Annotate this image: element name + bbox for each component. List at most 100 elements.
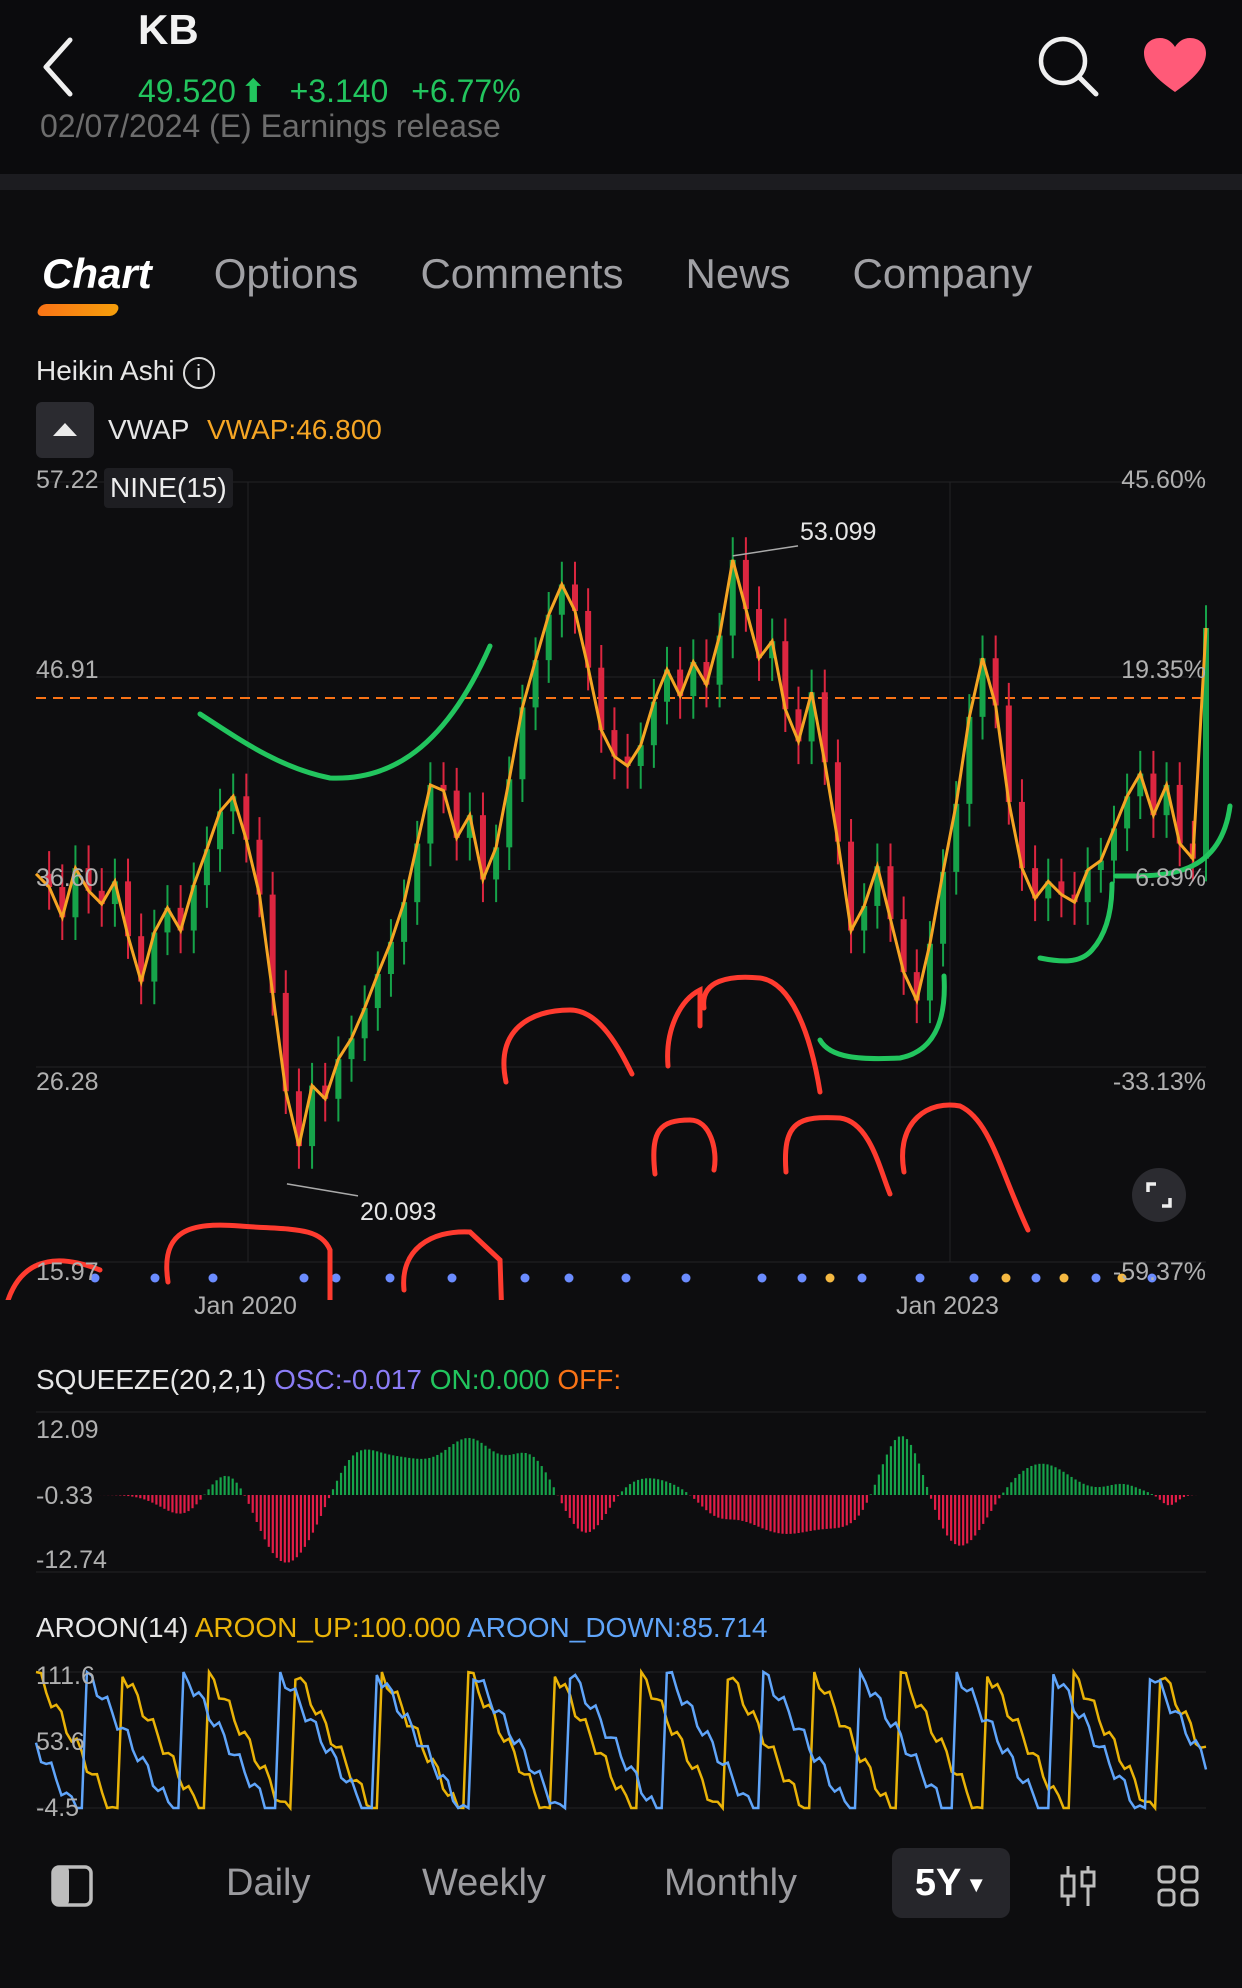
low-leader-line — [286, 1183, 359, 1197]
aroon-y-label: 53.6 — [36, 1728, 85, 1756]
event-dot — [621, 1273, 631, 1283]
event-dot — [797, 1273, 807, 1283]
event-dot — [299, 1273, 309, 1283]
y-right-label: -59.37% — [1112, 1258, 1206, 1286]
fullscreen-button[interactable] — [1132, 1168, 1186, 1222]
event-dot — [1001, 1273, 1011, 1283]
event-dot — [857, 1273, 867, 1283]
tab-company[interactable]: Company — [853, 250, 1033, 320]
y-left-label: 26.28 — [36, 1068, 99, 1096]
vwap-label: VWAP — [108, 414, 190, 445]
earnings-row: 02/07/2024 (E) Earnings release — [40, 108, 501, 144]
daily-button[interactable]: Daily — [226, 1862, 310, 1905]
event-dot — [520, 1273, 530, 1283]
collapse-indicators-button[interactable] — [36, 402, 94, 458]
red-annotation-stroke — [782, 1115, 893, 1197]
green-annotation-stroke — [817, 973, 947, 1062]
aroon-down: AROON_DOWN:85.714 — [467, 1612, 768, 1643]
price-change-pct: +6.77% — [411, 73, 521, 109]
aroon-y-label: 111.6 — [36, 1662, 95, 1690]
chart-type-text: Heikin Ashi — [36, 355, 175, 386]
info-icon[interactable]: i — [182, 356, 215, 389]
price-change: +3.140 — [289, 73, 389, 109]
event-dot — [331, 1273, 341, 1283]
caret-down-icon: ▼ — [965, 1871, 988, 1897]
event-dot — [208, 1273, 218, 1283]
tab-chart[interactable]: Chart — [42, 250, 152, 320]
aroon-legend: AROON(14) AROON_UP:100.000 AROON_DOWN:85… — [36, 1612, 767, 1644]
event-dot — [1031, 1273, 1041, 1283]
candle-settings-icon[interactable] — [1058, 1864, 1098, 1908]
squeeze-y-label: -12.74 — [36, 1546, 107, 1574]
squeeze-chart[interactable] — [0, 1400, 1242, 1580]
squeeze-label: SQUEEZE(20,2,1) — [36, 1364, 267, 1395]
event-dot — [969, 1273, 979, 1283]
up-arrow-icon: ⬆ — [239, 73, 267, 109]
tab-news[interactable]: News — [686, 250, 791, 320]
ticker-symbol: KB — [138, 6, 199, 53]
tab-options[interactable]: Options — [214, 250, 359, 320]
aroon-y-label: -4.5 — [36, 1794, 80, 1822]
expand-icon — [1146, 1182, 1172, 1208]
tab-comments[interactable]: Comments — [420, 250, 623, 320]
event-dot — [1059, 1273, 1069, 1283]
squeeze-off: OFF: — [557, 1364, 622, 1395]
aroon-label: AROON(14) — [36, 1612, 189, 1643]
event-dot — [915, 1273, 925, 1283]
event-dot — [757, 1273, 767, 1283]
price-quote: 49.520 ⬆ +3.140 +6.77% — [138, 72, 535, 110]
red-annotation-stroke — [701, 974, 823, 1095]
red-annotation-stroke — [665, 985, 703, 1069]
red-annotation-stroke — [900, 1102, 1031, 1233]
back-arrow-icon[interactable] — [38, 32, 78, 102]
nine-indicator-label: NINE(15) — [104, 468, 233, 508]
x-axis-label: Jan 2023 — [896, 1292, 999, 1320]
event-dot — [447, 1273, 457, 1283]
squeeze-y-label: -0.33 — [36, 1482, 93, 1510]
high-price-label: 53.099 — [800, 518, 877, 546]
price-chart[interactable] — [0, 470, 1242, 1300]
red-annotation-stroke — [651, 1117, 718, 1177]
y-right-label: 45.60% — [1121, 466, 1206, 494]
last-price: 49.520 — [138, 73, 236, 109]
heart-icon[interactable] — [1144, 38, 1206, 94]
green-annotation-stroke — [197, 643, 493, 781]
event-dot — [385, 1273, 395, 1283]
squeeze-on: ON:0.000 — [429, 1364, 550, 1395]
aroon-chart[interactable] — [0, 1660, 1242, 1820]
low-price-label: 20.093 — [360, 1198, 437, 1226]
tab-bar: Chart Options Comments News Company — [42, 250, 1032, 320]
y-right-label: 6.89% — [1135, 864, 1206, 892]
y-right-label: -33.13% — [1112, 1068, 1206, 1096]
y-left-label: 36.60 — [36, 864, 99, 892]
y-left-label: 15.97 — [36, 1258, 99, 1286]
timeframe-bar — [0, 1830, 1242, 1940]
search-icon[interactable] — [1036, 34, 1100, 98]
y-left-label: 57.22 — [36, 466, 99, 494]
high-leader-line — [732, 545, 799, 557]
red-annotation-stroke — [401, 1229, 504, 1300]
monthly-button[interactable]: Monthly — [664, 1862, 797, 1905]
event-dot — [681, 1273, 691, 1283]
event-dot — [1091, 1273, 1101, 1283]
panel-toggle-icon[interactable] — [50, 1864, 94, 1908]
header-separator — [0, 174, 1242, 190]
period-value: 5Y — [914, 1862, 962, 1904]
aroon-up: AROON_UP:100.000 — [194, 1612, 461, 1643]
squeeze-osc: OSC:-0.017 — [274, 1364, 422, 1395]
red-annotation-stroke — [501, 1007, 635, 1085]
x-axis-label: Jan 2020 — [194, 1292, 297, 1320]
y-right-label: 19.35% — [1121, 656, 1206, 684]
squeeze-legend: SQUEEZE(20,2,1) OSC:-0.017 ON:0.000 OFF: — [36, 1364, 621, 1396]
grid-icon[interactable] — [1156, 1864, 1200, 1908]
y-left-label: 46.91 — [36, 656, 99, 684]
event-dot — [825, 1273, 835, 1283]
chart-type-label[interactable]: Heikin Ashi i — [36, 355, 215, 389]
event-dot — [564, 1273, 574, 1283]
event-dot — [150, 1273, 160, 1283]
squeeze-y-label: 12.09 — [36, 1416, 99, 1444]
chevron-up-icon — [53, 423, 77, 436]
period-selector[interactable]: 5Y ▼ — [892, 1848, 1010, 1918]
vwap-value: VWAP:46.800 — [207, 414, 382, 445]
weekly-button[interactable]: Weekly — [422, 1862, 546, 1905]
